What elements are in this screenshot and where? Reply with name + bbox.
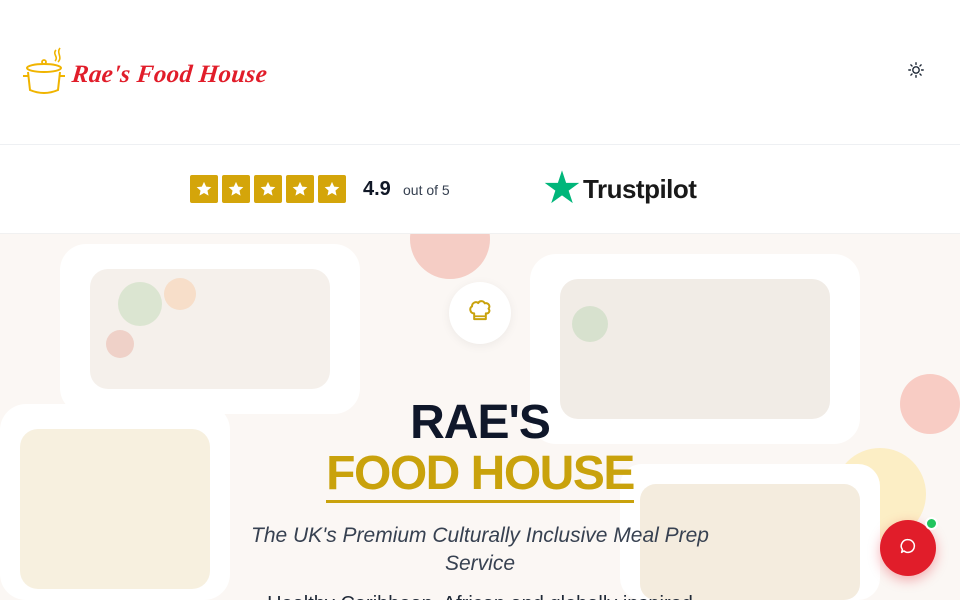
hero-subtitle: The UK's Premium Culturally Inclusive Me… [251, 524, 709, 575]
logo-text: Rae's Food House [70, 60, 269, 88]
star-icon [190, 175, 218, 203]
hero-description: Healthy Caribbean, African and globally … [200, 590, 760, 600]
trustpilot-wordmark: Trustpilot [583, 174, 697, 204]
hero-title-line2: FOOD HOUSE [0, 447, 960, 503]
hero-title-line1: RAE'S [410, 396, 551, 449]
hero-section: RAE'S FOOD HOUSE The UK's Premium Cultur… [0, 234, 960, 600]
star-icon [286, 175, 314, 203]
sun-icon [908, 61, 924, 83]
hero-title-highlight: FOOD HOUSE [326, 447, 635, 503]
chef-hat-icon [466, 297, 494, 330]
rating-value: 4.9 [363, 178, 391, 200]
trustpilot-star-icon [543, 168, 581, 211]
rating-suffix: out of 5 [403, 182, 450, 198]
rating-bar: 4.9 out of 5 Trustpilot [0, 146, 960, 234]
rating-stars [190, 175, 346, 203]
chef-badge [449, 282, 511, 344]
cooking-pot-icon [22, 46, 66, 103]
star-icon [318, 175, 346, 203]
chat-bubble-icon [899, 537, 917, 560]
theme-toggle-button[interactable] [904, 60, 928, 84]
star-icon [222, 175, 250, 203]
logo[interactable]: Rae's Food House [22, 46, 269, 103]
site-header: Rae's Food House [0, 0, 960, 145]
star-icon [254, 175, 282, 203]
trustpilot-logo[interactable]: Trustpilot [543, 168, 697, 211]
online-status-dot [925, 517, 938, 530]
